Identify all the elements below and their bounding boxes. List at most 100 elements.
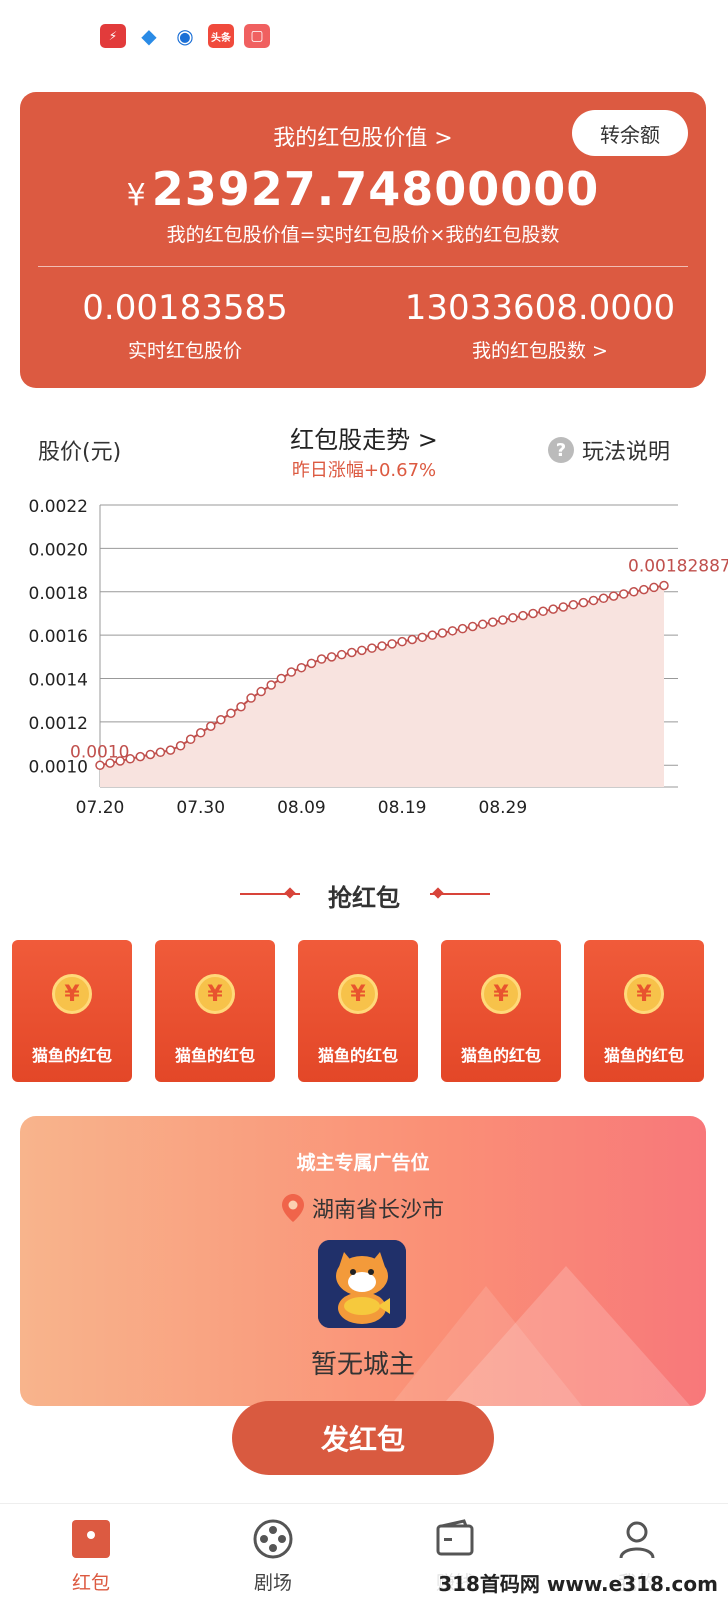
- start-value-label: 0.0010: [70, 742, 129, 762]
- data-point: [165, 745, 176, 755]
- data-point: [145, 749, 156, 760]
- red-envelope-card[interactable]: ¥ 猫鱼的红包: [441, 940, 561, 1082]
- yuan-coin-icon: ¥: [338, 974, 378, 1014]
- y-tick-label: 0.0016: [29, 627, 88, 647]
- red-envelope-card[interactable]: ¥ 猫鱼的红包: [155, 940, 275, 1082]
- data-point: [508, 613, 518, 623]
- city-owner-name: 暂无城主: [310, 1350, 415, 1380]
- question-circle-icon: ?: [547, 437, 574, 463]
- data-point: [588, 595, 599, 606]
- data-point: [296, 662, 307, 673]
- data-point: [568, 600, 579, 610]
- data-point: [427, 630, 438, 640]
- envelope-label: 猫鱼的红包: [603, 1046, 684, 1065]
- red-envelope-icon: [72, 1520, 110, 1558]
- nav-label: 剧场: [253, 1572, 292, 1594]
- x-tick-label: 08.29: [479, 798, 528, 818]
- share-count-value: 13033608.0000: [404, 288, 676, 328]
- y-tick-label: 0.0020: [29, 540, 88, 560]
- data-point: [618, 589, 629, 599]
- ad-location-text: 湖南省长沙市: [311, 1198, 444, 1223]
- end-value-label: 0.00182887: [628, 557, 728, 577]
- data-point: [578, 597, 589, 608]
- data-point: [216, 715, 226, 725]
- data-point: [347, 647, 357, 658]
- y-tick-label: 0.0018: [29, 584, 88, 604]
- news-app-icon: 头条: [208, 24, 234, 48]
- data-point: [548, 604, 558, 614]
- film-reel-icon: [253, 1519, 293, 1559]
- rules-help-link[interactable]: ? 玩法说明: [547, 434, 670, 466]
- data-point: [659, 580, 669, 591]
- realtime-price-value: 0.00183585: [82, 288, 288, 328]
- data-point: [175, 741, 186, 751]
- watermark: 318首码网 www.e318.com: [434, 1568, 722, 1597]
- data-point: [286, 667, 297, 677]
- data-point: [477, 619, 488, 630]
- red-envelope-card[interactable]: ¥ 猫鱼的红包: [12, 940, 132, 1082]
- red-envelope-card[interactable]: ¥ 猫鱼的红包: [298, 940, 418, 1082]
- card-divider: [38, 266, 688, 267]
- data-point: [377, 641, 387, 651]
- y-tick-label: 0.0014: [29, 671, 88, 691]
- y-tick-label: 0.0022: [29, 497, 88, 517]
- map-pin-icon: [281, 1194, 304, 1222]
- data-point: [457, 623, 468, 634]
- x-tick-label: 08.09: [277, 798, 326, 818]
- transfer-balance-button[interactable]: 转余额: [572, 110, 688, 156]
- yuan-coin-icon: ¥: [624, 974, 664, 1014]
- data-point: [558, 602, 569, 612]
- data-point: [95, 760, 105, 771]
- data-point: [467, 621, 478, 632]
- data-point: [437, 628, 448, 638]
- yuan-coin-icon: ¥: [52, 974, 92, 1014]
- ad-location: 湖南省长沙市: [20, 1192, 706, 1224]
- shopping-bag-icon: ▢: [244, 24, 270, 48]
- stock-value-card: 我的红包股价值 > 转余额 ¥23927.74800000 我的红包股价值=实时…: [20, 92, 706, 388]
- data-point: [417, 632, 428, 643]
- data-point: [195, 728, 206, 738]
- realtime-price-stat: 0.00183585 实时红包股价: [60, 288, 310, 363]
- data-point: [276, 673, 287, 684]
- city-owner-ad-card[interactable]: 城主专属广告位 湖南省长沙市 暂无城主: [20, 1116, 706, 1406]
- data-point: [538, 606, 548, 617]
- title-decoration-right: [430, 893, 490, 895]
- shield-icon: ◆: [136, 24, 162, 48]
- data-point: [518, 610, 528, 621]
- data-point: [629, 587, 639, 597]
- rules-help-label: 玩法说明: [581, 440, 670, 465]
- status-bar-icons: ⚡ ◆ ◉ 头条 ▢: [100, 24, 270, 48]
- data-point: [649, 582, 659, 593]
- stock-trend-chart: 0.0010 0.0012 0.0014 0.0016 0.0018 0.0020 0.00…: [29, 497, 728, 818]
- share-count-stat[interactable]: 13033608.0000 我的红包股数 >: [390, 288, 690, 363]
- data-point: [185, 734, 196, 745]
- send-red-envelope-button[interactable]: 发红包: [232, 1401, 494, 1475]
- data-point: [236, 701, 246, 712]
- data-point: [357, 645, 367, 656]
- value-formula: 我的红包股价值=实时红包股价×我的红包股数: [166, 224, 560, 246]
- share-count-label[interactable]: 我的红包股数 >: [390, 336, 690, 363]
- browser-icon: ◉: [172, 24, 198, 48]
- chart-header: 股价(元) 红包股走势 > 昨日涨幅+0.67% ? 玩法说明: [0, 420, 728, 481]
- envelope-list: ¥ 猫鱼的红包 ¥ 猫鱼的红包 ¥ 猫鱼的红包 ¥ 猫鱼的红包 ¥ 猫鱼的红包: [12, 940, 728, 1082]
- data-point: [488, 617, 498, 627]
- amount-value: 23927.74800000: [151, 162, 600, 216]
- envelope-label: 猫鱼的红包: [174, 1046, 255, 1065]
- data-point: [608, 591, 619, 601]
- data-point: [598, 593, 609, 604]
- currency-symbol: ¥: [126, 178, 146, 213]
- data-point: [316, 654, 327, 664]
- data-point: [135, 751, 146, 762]
- data-point: [306, 658, 317, 669]
- stock-value-amount: ¥23927.74800000: [20, 162, 706, 216]
- nav-tab-theater[interactable]: 剧场: [182, 1504, 364, 1605]
- user-icon: [619, 1521, 655, 1559]
- nav-tab-red-envelope[interactable]: 红包: [0, 1504, 182, 1605]
- data-point: [387, 639, 397, 649]
- x-tick-label: 07.20: [76, 798, 125, 818]
- data-point: [266, 680, 276, 690]
- red-envelope-card[interactable]: ¥ 猫鱼的红包: [584, 940, 704, 1082]
- envelope-label: 猫鱼的红包: [460, 1046, 541, 1065]
- yuan-coin-icon: ¥: [481, 974, 521, 1014]
- grab-section-title: 抢红包: [328, 884, 400, 912]
